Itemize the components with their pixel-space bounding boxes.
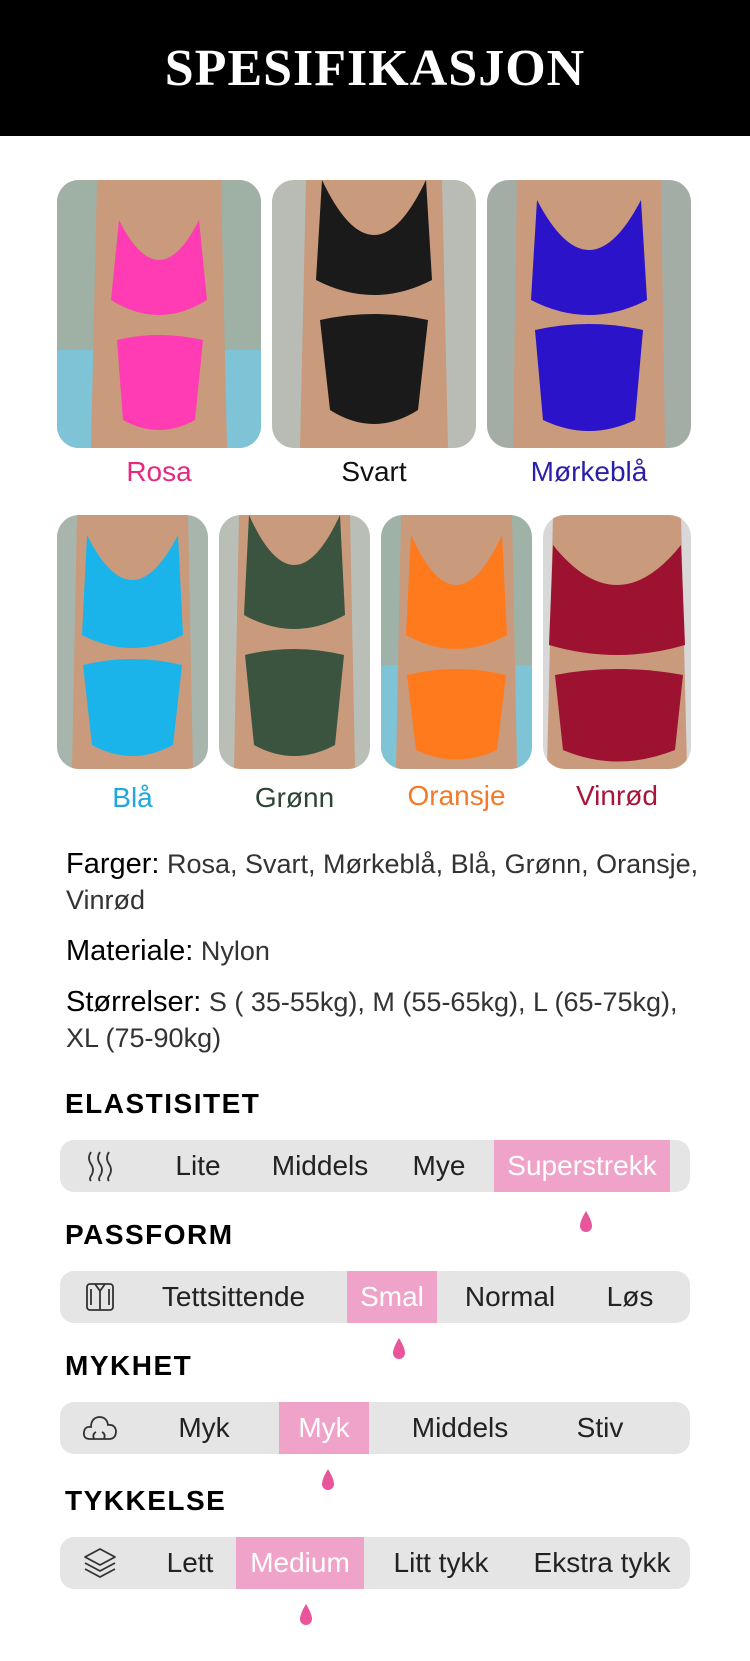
model-photo-morkebla bbox=[487, 180, 691, 448]
passform-option-tettsittende[interactable]: Tettsittende bbox=[140, 1271, 327, 1323]
spec-materiale-value: Nylon bbox=[200, 936, 270, 966]
layers-icon bbox=[78, 1537, 122, 1589]
spec-materiale-label: Materiale: bbox=[66, 935, 194, 967]
tykkelse-option-litt-tykk[interactable]: Litt tykk bbox=[370, 1537, 512, 1589]
swatch-photo-vinrod[interactable] bbox=[543, 515, 691, 769]
mykhet-option-middels[interactable]: Middels bbox=[385, 1402, 535, 1454]
swatch-label-bla: Blå bbox=[112, 782, 153, 813]
elastisitet-option-superstrekk[interactable]: Superstrekk bbox=[494, 1140, 670, 1192]
model-photo-svart bbox=[272, 180, 476, 448]
model-photo-gronn bbox=[219, 515, 370, 769]
passform-option-normal[interactable]: Normal bbox=[450, 1271, 570, 1323]
elastisitet-option-middels[interactable]: Middels bbox=[256, 1140, 384, 1192]
swatch-label-gronn: Grønn bbox=[254, 782, 335, 813]
section-title-mykhet: MYKHET bbox=[65, 1350, 193, 1381]
swatch-photo-gronn[interactable] bbox=[219, 515, 370, 769]
elastisitet-option-mye[interactable]: Mye bbox=[384, 1140, 494, 1192]
swatch-label-svart: Svart bbox=[341, 456, 407, 487]
swatch-photo-rosa[interactable] bbox=[57, 180, 261, 448]
cloud-icon bbox=[78, 1402, 122, 1454]
section-title-tykkelse: TYKKELSE bbox=[65, 1485, 227, 1516]
mykhet-option-myk[interactable]: Myk bbox=[140, 1402, 268, 1454]
swatch-label-vinrod: Vinrød bbox=[576, 780, 658, 811]
swatch-photo-oransje[interactable] bbox=[381, 515, 532, 769]
swatch-photo-bla[interactable] bbox=[57, 515, 208, 769]
section-title-passform: PASSFORM bbox=[65, 1219, 234, 1250]
spec-storrelser-label: Størrelser: bbox=[66, 986, 202, 1018]
stretch-waves-icon bbox=[78, 1140, 122, 1192]
selected-drop-icon-elastisitet bbox=[580, 1211, 592, 1232]
spec-farger: Farger: Rosa, Svart, Mørkeblå, Blå, Grøn… bbox=[66, 846, 706, 918]
model-photo-vinrod bbox=[543, 515, 691, 769]
spec-farger-label: Farger: bbox=[66, 848, 160, 880]
selected-drop-icon-passform bbox=[393, 1338, 405, 1359]
scale-elastisitet: Lite Middels Mye Superstrekk bbox=[60, 1140, 690, 1192]
passform-option-smal[interactable]: Smal bbox=[347, 1271, 437, 1323]
selected-drop-icon-tykkelse bbox=[300, 1604, 312, 1625]
mykhet-option-myk-selected[interactable]: Myk bbox=[279, 1402, 369, 1454]
model-photo-oransje bbox=[381, 515, 532, 769]
spec-storrelser: Størrelser: S ( 35-55kg), M (55-65kg), L… bbox=[66, 984, 706, 1056]
shirt-icon bbox=[78, 1271, 122, 1323]
swatch-label-rosa: Rosa bbox=[126, 456, 192, 487]
tykkelse-option-ekstra-tykk[interactable]: Ekstra tykk bbox=[522, 1537, 682, 1589]
model-photo-bla bbox=[57, 515, 208, 769]
swatch-label-morkebla: Mørkeblå bbox=[530, 456, 648, 487]
page-header: SPESIFIKASJON bbox=[0, 0, 750, 136]
scale-passform: Tettsittende Smal Normal Løs bbox=[60, 1271, 690, 1323]
scale-tykkelse: Lett Medium Litt tykk Ekstra tykk bbox=[60, 1537, 690, 1589]
model-photo-rosa bbox=[57, 180, 261, 448]
tykkelse-option-medium[interactable]: Medium bbox=[236, 1537, 364, 1589]
passform-option-los[interactable]: Løs bbox=[580, 1271, 680, 1323]
spec-farger-value: Rosa, Svart, Mørkeblå, Blå, Grønn, Orans… bbox=[66, 849, 699, 915]
spec-materiale: Materiale: Nylon bbox=[66, 933, 706, 969]
elastisitet-option-lite[interactable]: Lite bbox=[140, 1140, 256, 1192]
section-title-elastisitet: ELASTISITET bbox=[65, 1088, 261, 1119]
selected-drop-icon-mykhet bbox=[322, 1469, 334, 1490]
swatch-label-oransje: Oransje bbox=[407, 780, 506, 811]
page-title: SPESIFIKASJON bbox=[164, 39, 586, 97]
swatch-photo-morkebla[interactable] bbox=[487, 180, 691, 448]
swatch-photo-svart[interactable] bbox=[272, 180, 476, 448]
scale-mykhet: Myk Myk Middels Stiv bbox=[60, 1402, 690, 1454]
tykkelse-option-lett[interactable]: Lett bbox=[140, 1537, 240, 1589]
mykhet-option-stiv[interactable]: Stiv bbox=[540, 1402, 660, 1454]
